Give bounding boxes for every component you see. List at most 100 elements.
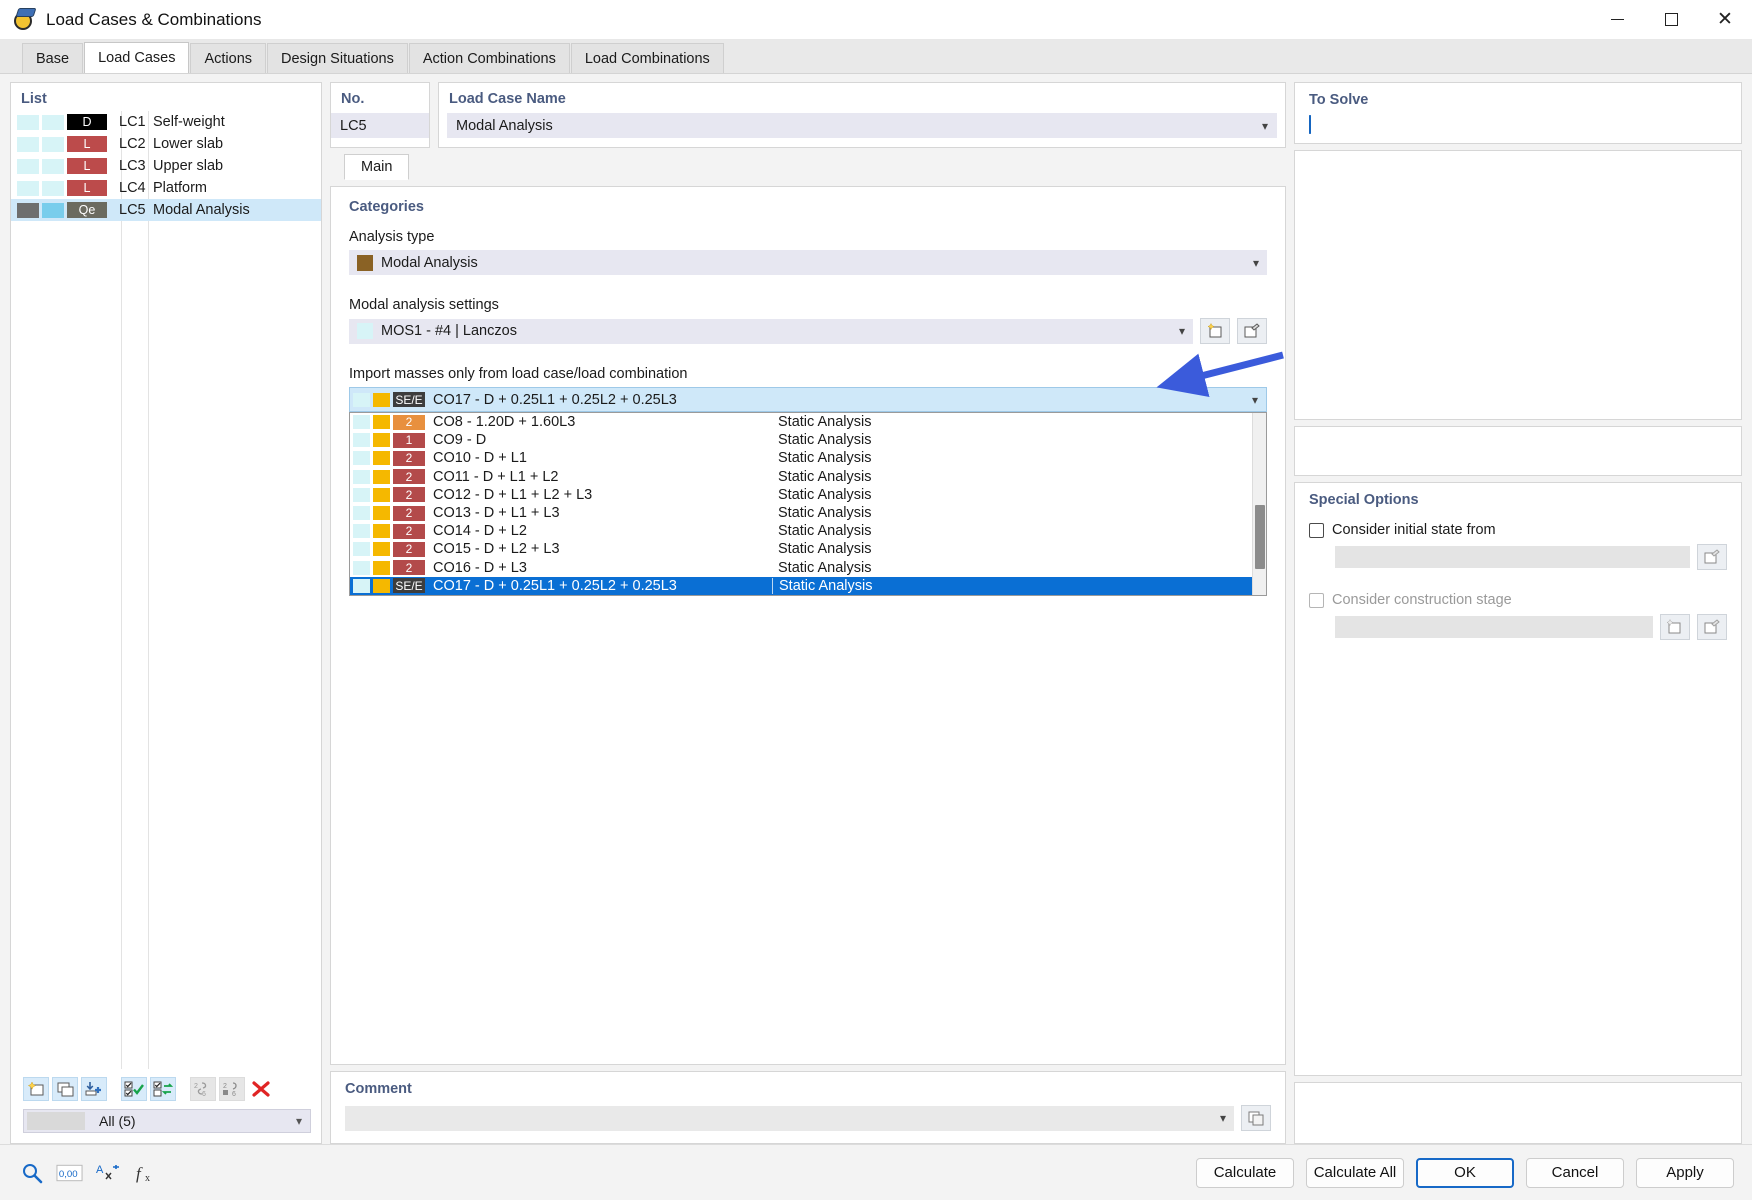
dropdown-item[interactable]: 2 CO15 - D + L2 + L3 Static Analysis	[350, 540, 1252, 558]
consider-construction-stage-field[interactable]	[1335, 616, 1653, 638]
import-load-case-button[interactable]	[81, 1077, 107, 1101]
consider-initial-state-field[interactable]	[1335, 546, 1690, 568]
item-badge: 1	[393, 432, 425, 448]
dropdown-item[interactable]: 2 CO14 - D + L2 Static Analysis	[350, 522, 1252, 540]
item-label: CO8 - 1.20D + 1.60L3	[433, 414, 576, 431]
chevron-down-icon: ▾	[1251, 392, 1258, 407]
item-swatch-2	[373, 415, 390, 430]
row-swatch-1	[17, 136, 39, 152]
list-item-selected[interactable]: Qe LC5 Modal Analysis	[11, 199, 321, 221]
dropdown-item-selected[interactable]: SE/E CO17 - D + 0.25L1 + 0.25L2 + 0.25L3…	[350, 576, 1252, 595]
tab-design-situations[interactable]: Design Situations	[267, 43, 408, 73]
load-case-list[interactable]: D LC1 Self-weight L LC2 Lower slab L LC3	[11, 111, 321, 1069]
consider-initial-state-checkbox[interactable]	[1309, 522, 1324, 538]
consider-construction-stage-label: Consider construction stage	[1332, 592, 1512, 608]
svg-text:6: 6	[232, 1091, 236, 1097]
consider-construction-stage-field-row	[1335, 614, 1727, 640]
dropdown-item[interactable]: 2 CO11 - D + L1 + L2 Static Analysis	[350, 468, 1252, 486]
dropdown-scrollbar[interactable]	[1252, 413, 1266, 595]
dropdown-item[interactable]: 2 CO13 - D + L1 + L3 Static Analysis	[350, 504, 1252, 522]
tab-base[interactable]: Base	[22, 43, 84, 73]
item-badge: 2	[393, 414, 425, 430]
consider-initial-state-field-row	[1335, 544, 1727, 570]
load-case-no-group: No. LC5	[330, 82, 430, 148]
maximize-button[interactable]	[1644, 0, 1698, 40]
cancel-button[interactable]: Cancel	[1526, 1157, 1624, 1188]
right-blank-card-1	[1294, 150, 1742, 420]
item-label: CO12 - D + L1 + L2 + L3	[433, 486, 593, 503]
import-masses-dropdown-list[interactable]: 2 CO8 - 1.20D + 1.60L3 Static Analysis 1…	[349, 412, 1267, 596]
import-masses-dropdown: SE/E CO17 - D + 0.25L1 + 0.25L2 + 0.25L3…	[349, 387, 1267, 596]
delete-load-case-button[interactable]	[248, 1077, 274, 1101]
edit-modal-settings-button[interactable]	[1237, 318, 1267, 344]
select-all-button[interactable]	[121, 1077, 147, 1101]
tab-load-combinations[interactable]: Load Combinations	[570, 43, 724, 73]
tab-load-cases[interactable]: Load Cases	[84, 42, 190, 73]
item-label: CO13 - D + L1 + L3	[433, 505, 560, 522]
comment-copy-button[interactable]	[1241, 1105, 1271, 1131]
dropdown-scrollbar-thumb[interactable]	[1255, 505, 1265, 569]
item-swatch-2	[373, 560, 390, 575]
dropdown-item[interactable]: 2 CO8 - 1.20D + 1.60L3 Static Analysis	[350, 413, 1252, 431]
import-masses-combo[interactable]: SE/E CO17 - D + 0.25L1 + 0.25L2 + 0.25L3…	[349, 387, 1267, 412]
item-swatch-1	[353, 506, 370, 521]
ok-button[interactable]: OK	[1416, 1157, 1514, 1188]
list-caption: List	[21, 91, 47, 107]
combo-badge: SE/E	[393, 392, 425, 407]
load-case-no-field[interactable]: LC5	[331, 113, 429, 138]
language-icon[interactable]: A	[94, 1159, 121, 1186]
tab-actions[interactable]: Actions	[190, 43, 267, 73]
tab-main[interactable]: Main	[344, 154, 410, 180]
to-solve-checkbox[interactable]	[1309, 115, 1311, 134]
consider-construction-stage-checkbox[interactable]	[1309, 592, 1324, 608]
consider-initial-state-label: Consider initial state from	[1332, 522, 1496, 538]
load-case-name-field[interactable]: Modal Analysis ▾	[447, 113, 1277, 138]
list-filter-combo[interactable]: All (5) ▾	[23, 1109, 311, 1133]
dropdown-item[interactable]: 2 CO10 - D + L1 Static Analysis	[350, 449, 1252, 467]
dropdown-item[interactable]: 2 CO16 - D + L3 Static Analysis	[350, 559, 1252, 577]
row-number: LC2	[119, 136, 146, 152]
comment-input[interactable]: ▾	[345, 1105, 1234, 1131]
list-item[interactable]: L LC3 Upper slab	[11, 155, 321, 177]
svg-text:2: 2	[223, 1083, 227, 1090]
tab-action-combinations[interactable]: Action Combinations	[408, 43, 570, 73]
dropdown-item[interactable]: 1 CO9 - D Static Analysis	[350, 431, 1252, 449]
consider-construction-stage-row[interactable]: Consider construction stage	[1309, 592, 1727, 608]
special-options-card: Special Options Consider initial state f…	[1294, 482, 1742, 1076]
apply-button[interactable]: Apply	[1636, 1157, 1734, 1188]
invert-selection-button[interactable]	[150, 1077, 176, 1101]
list-item[interactable]: L LC4 Platform	[11, 177, 321, 199]
list-item[interactable]: D LC1 Self-weight	[11, 111, 321, 133]
item-type: Static Analysis	[778, 559, 872, 576]
formula-icon[interactable]: fx	[132, 1159, 159, 1186]
minimize-button[interactable]	[1590, 0, 1644, 40]
load-case-name-group: Load Case Name Modal Analysis ▾	[438, 82, 1286, 148]
calculate-all-button[interactable]: Calculate All	[1306, 1157, 1404, 1188]
load-case-name-value: Modal Analysis	[456, 117, 553, 134]
units-icon[interactable]: 0,00	[56, 1159, 83, 1186]
item-type: Static Analysis	[778, 414, 872, 431]
sort-button[interactable]: 26	[219, 1077, 245, 1101]
close-button[interactable]: ✕	[1698, 0, 1752, 40]
consider-initial-state-row[interactable]: Consider initial state from	[1309, 522, 1727, 538]
edit-construction-stage-button[interactable]	[1697, 614, 1727, 640]
analysis-type-value: Modal Analysis	[381, 254, 478, 271]
new-modal-settings-button[interactable]	[1200, 318, 1230, 344]
row-name: Self-weight	[153, 114, 225, 130]
row-number: LC4	[119, 180, 146, 196]
row-name: Upper slab	[153, 158, 224, 174]
new-load-case-button[interactable]	[23, 1077, 49, 1101]
calculate-button[interactable]: Calculate	[1196, 1157, 1294, 1188]
renumber-button[interactable]: 26	[190, 1077, 216, 1101]
row-category-badge: Qe	[67, 202, 107, 218]
dropdown-item[interactable]: 2 CO12 - D + L1 + L2 + L3 Static Analysi…	[350, 486, 1252, 504]
find-icon[interactable]	[18, 1159, 45, 1186]
copy-load-case-button[interactable]	[52, 1077, 78, 1101]
list-item[interactable]: L LC2 Lower slab	[11, 133, 321, 155]
item-swatch-2	[373, 487, 390, 502]
edit-initial-state-button[interactable]	[1697, 544, 1727, 570]
name-caption: Load Case Name	[449, 91, 566, 107]
new-construction-stage-button[interactable]	[1660, 614, 1690, 640]
modal-settings-combo[interactable]: MOS1 - #4 | Lanczos ▾	[349, 318, 1193, 344]
analysis-type-combo[interactable]: Modal Analysis ▾	[349, 250, 1267, 275]
